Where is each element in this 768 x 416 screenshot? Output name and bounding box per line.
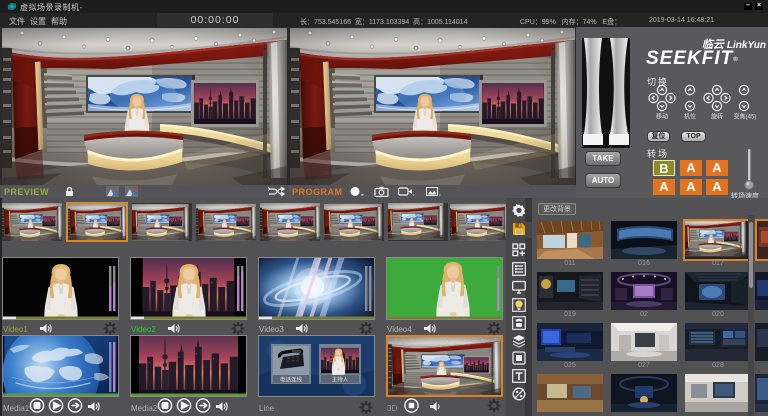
svg-text:机位: 机位 [684, 113, 696, 121]
svg-text:旋转: 旋转 [711, 113, 723, 121]
svg-text:电话连线: 电话连线 [280, 376, 303, 384]
svg-text:主持人: 主持人 [332, 376, 349, 384]
svg-text:变焦(45): 变焦(45) [734, 113, 757, 121]
svg-text:移动: 移动 [656, 113, 668, 121]
